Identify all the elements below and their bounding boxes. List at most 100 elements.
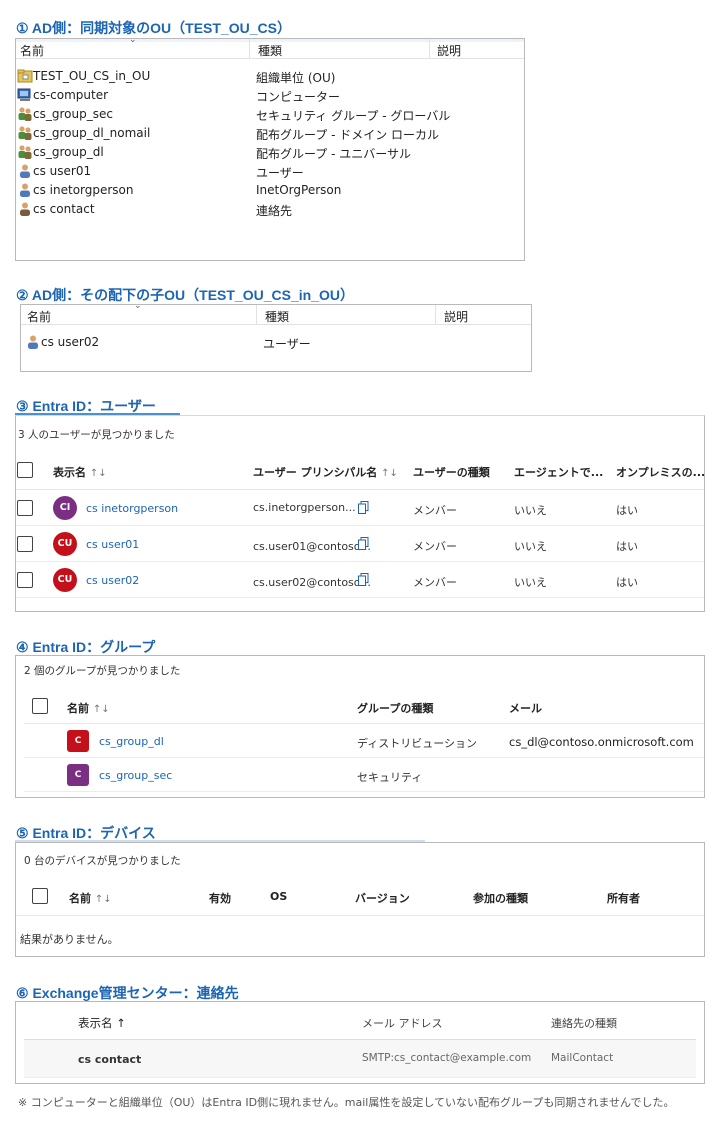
section-1-title: ① AD側：同期対象のOU（TEST_OU_CS） <box>16 20 291 36</box>
column-description[interactable]: 説明 <box>440 308 468 325</box>
folder-icon <box>17 68 33 84</box>
item-name: cs_group_dl <box>33 145 104 159</box>
contact-type: MailContact <box>551 1052 614 1064</box>
user-type: メンバー <box>413 576 457 589</box>
exchange-contacts-panel: 表示名 ↑ メール アドレス 連絡先の種類 cs contact SMTP:cs… <box>15 1001 705 1084</box>
user-icon <box>25 334 41 350</box>
item-name: cs_group_sec <box>33 107 113 121</box>
select-all-checkbox[interactable] <box>32 698 48 714</box>
list-item[interactable]: cs_group_dl_nomail 配布グループ - ドメイン ローカル <box>16 124 524 143</box>
column-contact-type[interactable]: 連絡先の種類 <box>551 1015 617 1031</box>
item-name: TEST_OU_CS_in_OU <box>33 69 151 83</box>
empty-results-text: 結果がありません。 <box>20 933 119 946</box>
users-found-count: 3 人のユーザーが見つかりました <box>18 429 175 441</box>
column-enabled[interactable]: 有効 <box>209 890 231 906</box>
ad-list-header: 名前 ⌄ 種類 説明 <box>21 301 531 325</box>
item-type: 配布グループ - ユニバーサル <box>256 147 412 161</box>
section-4-title: ④ Entra ID：グループ <box>16 639 156 655</box>
footnote: ※ コンピューターと組織単位（OU）はEntra ID側に現れません。mail属… <box>18 1096 675 1109</box>
column-type[interactable]: 種類 <box>254 42 282 59</box>
avatar: CI <box>53 496 77 520</box>
list-item[interactable]: cs user01 ユーザー <box>16 162 524 181</box>
devices-found-count: 0 台のデバイスが見つかりました <box>24 855 181 867</box>
select-all-checkbox[interactable] <box>32 888 48 904</box>
column-os[interactable]: OS <box>270 890 287 903</box>
column-mail-address[interactable]: メール アドレス <box>362 1015 443 1031</box>
ad-ou-list: 名前 ⌄ 種類 説明 TEST_OU_CS_in_OU 組織単位 (OU) cs-c… <box>15 35 525 261</box>
row-checkbox[interactable] <box>17 500 33 516</box>
table-row[interactable]: CI cs inetorgperson cs.inetorgperson... メンバ… <box>16 490 704 526</box>
item-name: cs contact <box>33 202 95 216</box>
column-display-name[interactable]: 表示名 ↑ <box>78 1015 126 1031</box>
entra-devices-panel: 0 台のデバイスが見つかりました 名前 ↑↓ 有効 OS バージョン 参加の種類… <box>15 842 705 957</box>
group-avatar: C <box>67 730 89 752</box>
column-version[interactable]: バージョン <box>355 890 410 906</box>
group-type: ディストリビューション <box>357 737 478 750</box>
user-upn: cs.user02@contoso... <box>253 576 371 589</box>
column-agent[interactable]: エージェントで... <box>514 464 603 480</box>
column-user-type[interactable]: ユーザーの種類 <box>413 464 490 480</box>
item-name: cs user02 <box>41 335 100 349</box>
column-type[interactable]: 種類 <box>261 308 289 325</box>
user-onprem-sync: はい <box>616 540 638 553</box>
avatar: CU <box>53 568 77 592</box>
table-row[interactable]: Ccs_group_sec セキュリティ <box>24 758 704 792</box>
column-name[interactable]: 名前 <box>16 42 44 59</box>
avatar: CU <box>53 532 77 556</box>
table-row[interactable]: Ccs_group_dl ディストリビューション cs_dl@contoso.onm… <box>24 724 704 758</box>
table-row[interactable]: CU cs user02 cs.user02@contoso... メンバー いいえ はい <box>16 562 704 598</box>
column-upn[interactable]: ユーザー プリンシパル名 ↑↓ <box>253 464 398 480</box>
user-type: メンバー <box>413 540 457 553</box>
group-avatar: C <box>67 764 89 786</box>
column-onprem[interactable]: オンプレミスの... <box>616 464 705 480</box>
item-name: cs inetorgperson <box>33 183 134 197</box>
user-name-link[interactable]: cs inetorgperson <box>86 502 178 515</box>
list-item[interactable]: cs_group_sec セキュリティ グループ - グローバル <box>16 105 524 124</box>
row-checkbox[interactable] <box>17 572 33 588</box>
column-display-name[interactable]: 表示名 ↑↓ <box>53 464 107 480</box>
copy-icon[interactable] <box>358 571 369 586</box>
column-group-type[interactable]: グループの種類 <box>357 700 433 716</box>
entra-users-panel: 3 人のユーザーが見つかりました 表示名 ↑↓ ユーザー プリンシパル名 ↑↓ … <box>15 415 705 612</box>
section-6-title: ⑥ Exchange管理センター：連絡先 <box>16 985 239 1001</box>
user-type: メンバー <box>413 504 457 517</box>
list-item[interactable]: TEST_OU_CS_in_OU 組織単位 (OU) <box>16 67 524 86</box>
column-name[interactable]: 名前 ↑↓ <box>67 700 110 716</box>
table-row[interactable]: CU cs user01 cs.user01@contoso... メンバー いいえ はい <box>16 526 704 562</box>
column-owner[interactable]: 所有者 <box>607 890 640 906</box>
list-item[interactable]: cs_group_dl 配布グループ - ユニバーサル <box>16 143 524 162</box>
item-type: 配布グループ - ドメイン ローカル <box>256 128 440 142</box>
column-description[interactable]: 説明 <box>433 42 461 59</box>
user-name-link[interactable]: cs user01 <box>86 538 139 551</box>
user-upn: cs.user01@contoso... <box>253 540 371 553</box>
row-checkbox[interactable] <box>17 536 33 552</box>
item-type: セキュリティ グループ - グローバル <box>256 109 451 123</box>
column-name[interactable]: 名前 <box>23 308 51 325</box>
table-row[interactable]: cs contact SMTP:cs_contact@example.com M… <box>24 1040 696 1078</box>
item-type: コンピューター <box>256 90 341 104</box>
user-onprem-sync: はい <box>616 504 638 517</box>
section-2-title: ② AD側：その配下の子OU（TEST_OU_CS_in_OU） <box>16 287 354 303</box>
column-join-type[interactable]: 参加の種類 <box>473 890 528 906</box>
column-mail[interactable]: メール <box>509 700 542 716</box>
user-agent: いいえ <box>514 504 547 517</box>
list-item[interactable]: cs contact 連絡先 <box>16 200 524 219</box>
group-name-link[interactable]: cs_group_dl <box>99 735 164 748</box>
user-name-link[interactable]: cs user02 <box>86 574 139 587</box>
group-type: セキュリティ <box>357 771 423 784</box>
column-name[interactable]: 名前 ↑↓ <box>69 890 112 906</box>
item-type: InetOrgPerson <box>256 183 342 197</box>
user-icon <box>17 163 33 179</box>
item-type: ユーザー <box>256 166 304 180</box>
group-name-link[interactable]: cs_group_sec <box>99 769 172 782</box>
list-item[interactable]: cs-computer コンピューター <box>16 86 524 105</box>
group-icon <box>17 125 33 141</box>
item-name: cs user01 <box>33 164 92 178</box>
group-icon <box>17 144 33 160</box>
select-all-checkbox[interactable] <box>17 462 33 478</box>
list-item[interactable]: cs inetorgperson InetOrgPerson <box>16 181 524 200</box>
sort-chevron-icon: ⌄ <box>134 301 142 311</box>
list-item[interactable]: cs user02 ユーザー <box>21 333 531 352</box>
copy-icon[interactable] <box>358 499 369 514</box>
copy-icon[interactable] <box>358 535 369 550</box>
